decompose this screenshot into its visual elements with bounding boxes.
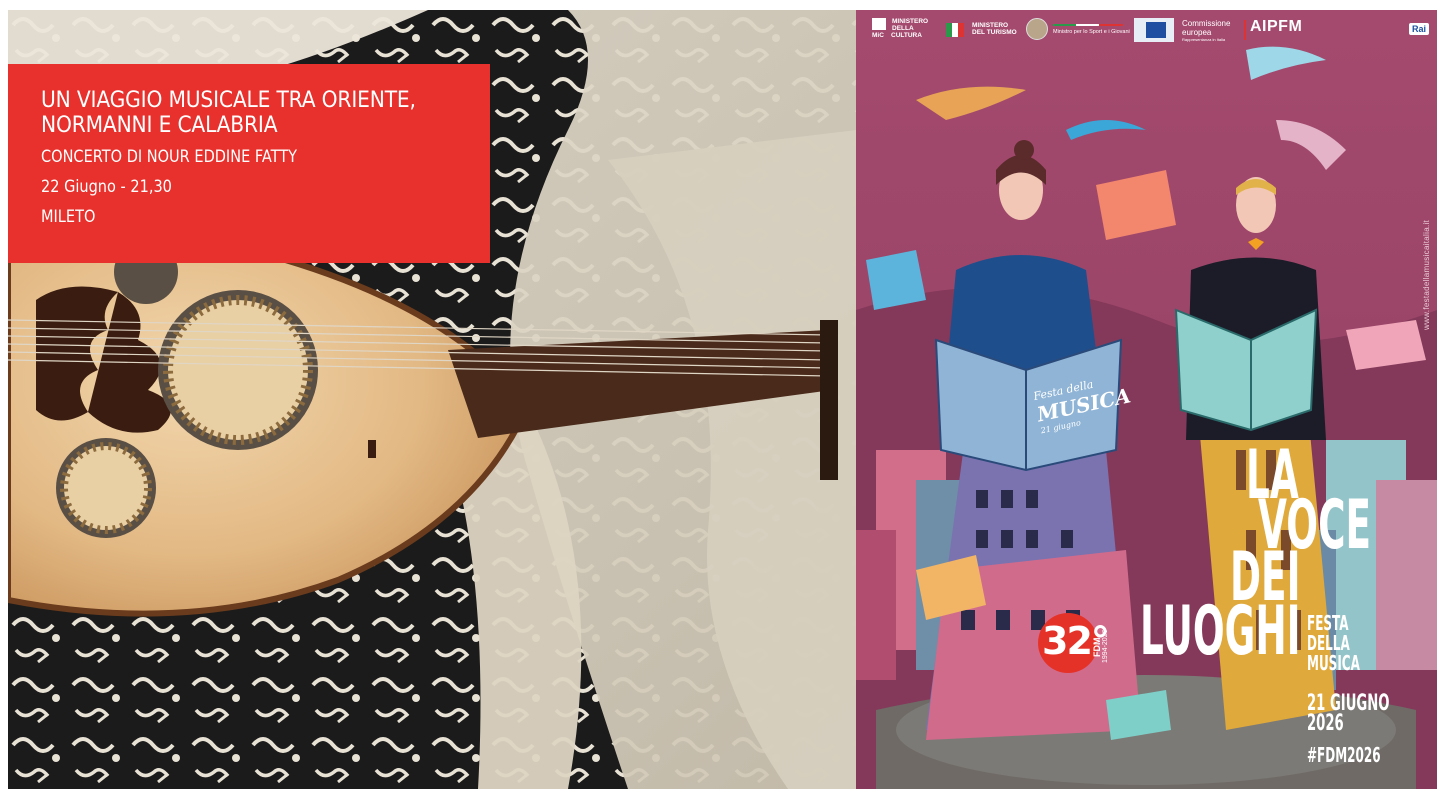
emblem-icon [1026,18,1048,40]
event-title-line1: UN VIAGGIO MUSICALE TRA ORIENTE, [41,87,416,113]
separator [1244,20,1246,40]
mic-line2: DELLA [892,25,914,32]
anniversary-badge: 32° FDM 1994-2026 [1038,613,1126,673]
event-title-line2: NORMANNI E CALABRIA [41,112,278,138]
turismo-line2: DEL TURISMO [972,29,1017,36]
badge-years: 1994-2026 [1102,629,1109,663]
event-info-box: UN VIAGGIO MUSICALE TRA ORIENTE, NORMANN… [8,64,490,263]
sport-text: Ministro per lo Sport e i Giovani [1053,29,1130,35]
festa-line2: DELLA [1307,631,1350,655]
badge-fdm: FDM [1092,637,1102,658]
oud-photo: UN VIAGGIO MUSICALE TRA ORIENTE, NORMANN… [8,10,856,789]
eu-flag-icon [1134,18,1174,42]
turismo-logo: MINISTERO DEL TURISMO [972,22,1017,36]
ec-line3: Rappresentanza in Italia [1182,37,1226,42]
festa-musica-poster: MINISTERO DELLA MiC CULTURA MINISTERO DE… [856,10,1437,789]
date-line2: 2026 [1307,711,1344,736]
mic-logo-icon [872,18,886,30]
mic-abbr: MiC [872,32,884,39]
rai-logo: Rai [1409,23,1430,35]
event-place: MILETO [41,207,96,226]
sponsor-logo-bar: MINISTERO DELLA MiC CULTURA MINISTERO DE… [856,10,1437,48]
canvas: UN VIAGGIO MUSICALE TRA ORIENTE, NORMANN… [0,0,1437,799]
festa-line1: FESTA [1307,611,1349,635]
ec-line2: europea [1182,28,1212,37]
hashtag: #FDM2026 [1307,743,1381,767]
ec-line1: Commissione [1182,19,1231,28]
event-concert: CONCERTO DI NOUR EDDINE FATTY [41,147,298,166]
turismo-line1: MINISTERO [972,22,1009,29]
mic-big: CULTURA [891,32,922,39]
aipfm-logo: AIPFM [1250,18,1303,35]
mic-logo: MINISTERO DELLA [892,18,928,32]
festa-line3: MUSICA [1307,651,1360,675]
website-url: www.festadellamusicaitalia.it [1422,219,1431,330]
italian-flag-icon [946,23,964,37]
title-luoghi: LUOGHI [1140,592,1301,671]
ec-logo: Commissione europea Rappresentanza in It… [1182,19,1230,42]
mic-line1: MINISTERO [892,18,929,25]
sport-flag-icon [1053,24,1123,26]
event-date-time: 22 Giugno - 21,30 [41,177,172,196]
